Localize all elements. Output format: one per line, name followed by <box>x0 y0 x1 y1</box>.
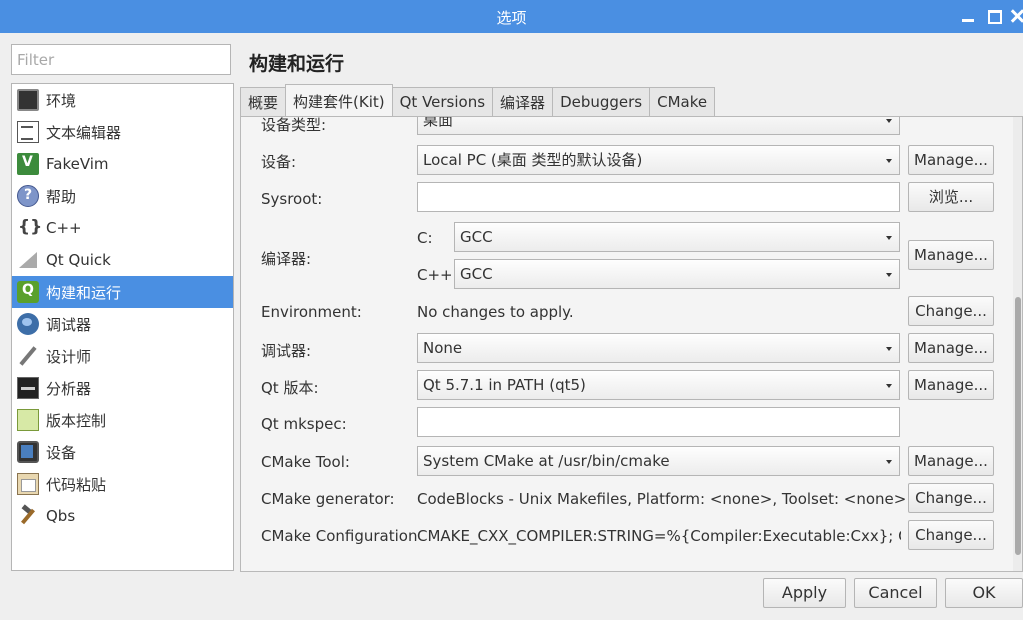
device-type-combo[interactable]: 桌面 <box>417 117 900 135</box>
sidebar-item-fakevim[interactable]: FakeVim <box>12 148 233 180</box>
close-icon[interactable] <box>1012 8 1023 24</box>
qt-version-combo[interactable]: Qt 5.7.1 in PATH (qt5) <box>417 370 900 400</box>
sidebar-item-version-control[interactable]: 版本控制 <box>12 404 233 436</box>
minimize-icon[interactable] <box>960 8 976 24</box>
fakevim-icon <box>17 153 39 175</box>
cancel-button[interactable]: Cancel <box>854 578 937 608</box>
monitor-icon <box>17 89 39 111</box>
window-title: 选项 <box>496 9 527 27</box>
tab-overview[interactable]: 概要 <box>240 87 287 116</box>
tab-bar: 概要 构建套件(Kit) Qt Versions 编译器 Debuggers C… <box>240 84 716 117</box>
sidebar-item-analyzer[interactable]: 分析器 <box>12 372 233 404</box>
page-title: 构建和运行 <box>249 53 345 75</box>
tab-kits[interactable]: 构建套件(Kit) <box>285 84 393 117</box>
tab-compilers[interactable]: 编译器 <box>492 87 554 116</box>
bug-icon <box>17 313 39 335</box>
hammer-icon <box>17 505 39 527</box>
pencil-ruler-icon <box>17 345 39 367</box>
device-combo[interactable]: Local PC (桌面 类型的默认设备) <box>417 145 900 175</box>
help-icon <box>17 185 39 207</box>
qt-version-manage-button[interactable]: Manage... <box>908 370 994 400</box>
tab-qt-versions[interactable]: Qt Versions <box>391 87 494 116</box>
qt-version-label: Qt 版本: <box>261 379 319 397</box>
device-type-label: 设备类型: <box>261 116 327 134</box>
device-label: 设备: <box>261 153 297 171</box>
sidebar-item-cpp[interactable]: C++ <box>12 212 233 244</box>
sidebar-item-designer[interactable]: 设计师 <box>12 340 233 372</box>
sidebar-item-build-run[interactable]: 构建和运行 <box>12 276 233 308</box>
vertical-scrollbar[interactable] <box>1013 117 1022 571</box>
maximize-icon[interactable] <box>987 8 1003 24</box>
title-bar: 选项 <box>0 0 1023 33</box>
qt-mkspec-field[interactable] <box>417 407 900 437</box>
sidebar-item-label: C++ <box>46 219 82 237</box>
sysroot-label: Sysroot: <box>261 190 323 208</box>
sidebar-item-label: 设备 <box>46 443 77 462</box>
kit-details-panel: 设备类型: 桌面 设备: Local PC (桌面 类型的默认设备) Manag… <box>240 116 1023 572</box>
environment-value: No changes to apply. <box>417 303 574 321</box>
tab-debuggers[interactable]: Debuggers <box>552 87 651 116</box>
document-icon <box>17 409 39 431</box>
tab-cmake[interactable]: CMake <box>649 87 716 116</box>
environment-change-button[interactable]: Change... <box>908 296 994 326</box>
sidebar-item-environment[interactable]: 环境 <box>12 84 233 116</box>
sidebar-item-devices[interactable]: 设备 <box>12 436 233 468</box>
compiler-label: 编译器: <box>261 250 312 268</box>
device-icon <box>17 441 39 463</box>
cmake-configuration-value: CMAKE_CXX_COMPILER:STRING=%{Compiler:Exe… <box>417 527 901 545</box>
sidebar-item-label: 代码粘贴 <box>46 475 107 494</box>
compiler-manage-button[interactable]: Manage... <box>908 240 994 270</box>
sidebar-item-label: 调试器 <box>46 315 92 334</box>
sidebar-item-label: Qt Quick <box>46 251 111 269</box>
cmake-tool-combo[interactable]: System CMake at /usr/bin/cmake <box>417 446 900 476</box>
environment-label: Environment: <box>261 303 362 321</box>
sidebar-item-label: 设计师 <box>46 347 92 366</box>
sidebar-item-text-editor[interactable]: 文本编辑器 <box>12 116 233 148</box>
sidebar-item-qbs[interactable]: Qbs <box>12 500 233 532</box>
category-list: 环境 文本编辑器 FakeVim 帮助 C++ Qt Quick 构建和运行 调… <box>11 83 234 571</box>
cmake-tool-label: CMake Tool: <box>261 453 350 471</box>
analyzer-icon <box>17 377 39 399</box>
cmake-generator-value: CodeBlocks - Unix Makefiles, Platform: <… <box>417 490 907 508</box>
sidebar-item-qt-quick[interactable]: Qt Quick <box>12 244 233 276</box>
cmake-configuration-change-button[interactable]: Change... <box>908 520 994 550</box>
text-document-icon <box>17 121 39 143</box>
debugger-label: 调试器: <box>261 342 312 360</box>
compiler-cxx-label: C++: <box>417 266 458 284</box>
cmake-tool-manage-button[interactable]: Manage... <box>908 446 994 476</box>
sidebar-item-label: 帮助 <box>46 187 77 206</box>
scrollbar-thumb[interactable] <box>1015 297 1021 555</box>
cmake-generator-label: CMake generator: <box>261 490 395 508</box>
debugger-combo[interactable]: None <box>417 333 900 363</box>
sidebar-item-label: 环境 <box>46 91 77 110</box>
sidebar-item-code-pasting[interactable]: 代码粘贴 <box>12 468 233 500</box>
sidebar-item-label: FakeVim <box>46 155 109 173</box>
compiler-c-label: C: <box>417 229 433 247</box>
sidebar-item-label: 分析器 <box>46 379 92 398</box>
filter-input[interactable] <box>11 44 231 75</box>
qt-mkspec-label: Qt mkspec: <box>261 415 347 433</box>
braces-icon <box>17 217 42 239</box>
ok-button[interactable]: OK <box>945 578 1023 608</box>
sidebar-item-label: 文本编辑器 <box>46 123 122 142</box>
sidebar-item-label: Qbs <box>46 507 76 525</box>
build-run-icon <box>17 281 39 303</box>
sysroot-field[interactable] <box>417 182 900 212</box>
device-manage-button[interactable]: Manage... <box>908 145 994 175</box>
sidebar-item-label: 构建和运行 <box>46 283 122 302</box>
compiler-cxx-combo[interactable]: GCC <box>454 259 900 289</box>
compiler-c-combo[interactable]: GCC <box>454 222 900 252</box>
sidebar-item-help[interactable]: 帮助 <box>12 180 233 212</box>
sidebar-item-debugger[interactable]: 调试器 <box>12 308 233 340</box>
sidebar-item-label: 版本控制 <box>46 411 107 430</box>
cmake-configuration-label: CMake Configuration <box>261 527 418 545</box>
sysroot-browse-button[interactable]: 浏览... <box>908 182 994 212</box>
paper-plane-icon <box>17 249 39 271</box>
debugger-manage-button[interactable]: Manage... <box>908 333 994 363</box>
cmake-generator-change-button[interactable]: Change... <box>908 483 994 513</box>
clipboard-icon <box>17 473 39 495</box>
apply-button[interactable]: Apply <box>763 578 846 608</box>
